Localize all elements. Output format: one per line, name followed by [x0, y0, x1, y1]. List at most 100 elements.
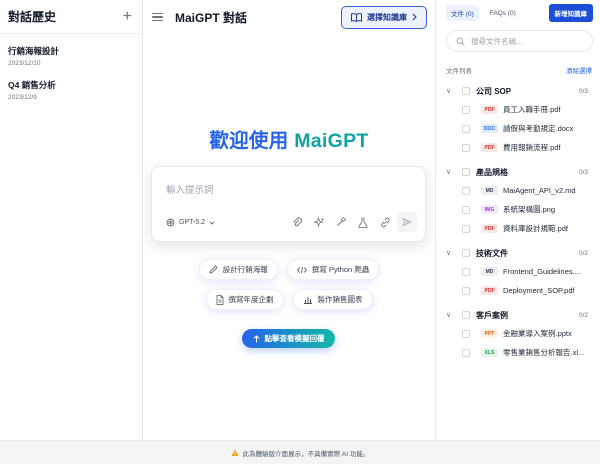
book-icon	[351, 12, 362, 22]
folder-count: 0/2	[578, 249, 588, 257]
file-type-badge: PDF	[481, 105, 498, 114]
folder-name: 公司 SOP	[476, 86, 512, 96]
conversation-item[interactable]: 行銷海報設計 2023/12/10	[0, 34, 142, 67]
prompt-input[interactable]: 輸入提示詞	[166, 182, 214, 196]
folder-list: ∨ 公司 SOP 0/3 PDF 員工入職手冊.pdf DOC 請假與考勤規定.docx PD…	[436, 82, 600, 362]
file-name: 系統架構圖.png	[503, 205, 556, 214]
sidebar-title: 對話歷史	[8, 10, 57, 24]
document-list-label: 文件列表	[446, 68, 472, 75]
hamburger-menu-icon[interactable]	[152, 12, 163, 22]
plus-icon[interactable]: +	[123, 8, 132, 25]
link-icon[interactable]	[374, 212, 396, 232]
file-item[interactable]: MD Frontend_Guidelines....	[436, 262, 600, 281]
file-name: 員工入職手冊.pdf	[503, 105, 561, 114]
page-title: MaiGPT 對話	[175, 10, 248, 25]
file-type-badge: XLS	[481, 348, 498, 357]
warning-icon	[231, 449, 239, 456]
folder-checkbox[interactable]	[462, 168, 470, 176]
conversation-title: Q4 銷售分析	[8, 80, 56, 90]
tab-faqs[interactable]: FAQs (0)	[485, 7, 521, 20]
file-item[interactable]: PDF Deployment_SOP.pdf	[436, 281, 600, 300]
file-item[interactable]: DOC 請假與考勤規定.docx	[436, 119, 600, 138]
welcome-prefix: 歡迎使用	[209, 130, 295, 152]
file-checkbox[interactable]	[462, 124, 470, 133]
document-search-input[interactable]	[471, 36, 591, 46]
suggestion-chips: 設計行銷海報 撰寫 Python 爬蟲 撰寫年度企劃 製作銷售圖表	[143, 259, 435, 319]
model-selector[interactable]: GPT-5.2	[166, 218, 215, 227]
suggestion-chip-python-crawler[interactable]: 撰寫 Python 爬蟲	[286, 259, 380, 280]
tab-documents[interactable]: 文件 (0)	[446, 5, 479, 21]
paperclip-icon[interactable]	[286, 212, 308, 232]
file-type-badge: DOC	[481, 124, 498, 133]
sparkle-icon[interactable]	[308, 212, 330, 232]
folder-checkbox[interactable]	[462, 87, 470, 95]
file-item[interactable]: PDF 員工入職手冊.pdf	[436, 100, 600, 119]
knowledge-panel: 文件 (0) FAQs (0) 新增知識庫 文件列表 清除選擇 ∨ 公司 SOP 0…	[435, 0, 600, 440]
select-knowledge-base-button[interactable]: 選擇知識庫	[341, 5, 427, 29]
file-checkbox[interactable]	[462, 267, 470, 276]
folder-count: 0/3	[578, 87, 588, 95]
file-checkbox[interactable]	[462, 186, 470, 195]
file-type-badge: PDF	[481, 143, 498, 152]
prompt-box[interactable]: 輸入提示詞 GPT-5.2	[151, 166, 426, 242]
file-checkbox[interactable]	[462, 105, 470, 114]
file-item[interactable]: IMG 系統架構圖.png	[436, 200, 600, 219]
knowledge-panel-header: 文件 (0) FAQs (0) 新增知識庫	[436, 0, 600, 26]
chevron-down-icon[interactable]: ∨	[446, 87, 456, 95]
folder-name: 技術文件	[476, 248, 508, 258]
conversation-item[interactable]: Q4 銷售分析 2023/12/9	[0, 67, 142, 101]
file-checkbox[interactable]	[462, 329, 470, 338]
chevron-right-icon	[412, 13, 417, 21]
file-name: 金融業導入案例.pptx	[503, 329, 572, 338]
file-item[interactable]: PPT 金融業導入案例.pptx	[436, 324, 600, 343]
chip-label: 撰寫 Python 爬蟲	[311, 265, 370, 274]
view-demo-reply-label: 點擊查看模擬回覆	[264, 334, 325, 343]
folder-name: 客戶案例	[476, 310, 508, 320]
conversation-date: 2023/12/10	[8, 60, 41, 67]
file-item[interactable]: XLS 零售業銷售分析報告.xl...	[436, 343, 600, 362]
clear-selection-link[interactable]: 清除選擇	[566, 65, 592, 75]
file-name: 費用報銷流程.pdf	[503, 143, 561, 152]
chevron-down-icon[interactable]: ∨	[446, 311, 456, 319]
conversation-title: 行銷海報設計	[8, 46, 60, 56]
wand-icon[interactable]	[330, 212, 352, 232]
file-type-badge: PDF	[481, 224, 498, 233]
file-item[interactable]: MD MaiAgent_API_v2.md	[436, 181, 600, 200]
suggestion-chip-sales-chart[interactable]: 製作銷售圖表	[292, 289, 373, 310]
folder-checkbox[interactable]	[462, 311, 470, 319]
folder-row[interactable]: ∨ 客戶案例 0/2	[436, 306, 600, 324]
chevron-down-icon[interactable]: ∨	[446, 249, 456, 257]
view-demo-reply-button[interactable]: 點擊查看模擬回覆	[242, 329, 335, 348]
file-checkbox[interactable]	[462, 286, 470, 295]
file-checkbox[interactable]	[462, 348, 470, 357]
folder-row[interactable]: ∨ 技術文件 0/2	[436, 244, 600, 262]
new-knowledge-base-button[interactable]: 新增知識庫	[548, 4, 593, 22]
demo-notice-footer: 此為體驗版介面展示，不具備實際 AI 功能。	[0, 440, 600, 464]
suggestion-chip-annual-plan[interactable]: 撰寫年度企劃	[205, 289, 284, 310]
openai-icon	[166, 218, 175, 227]
file-item[interactable]: PDF 費用報銷流程.pdf	[436, 138, 600, 157]
flask-icon[interactable]	[352, 212, 374, 232]
model-name: GPT-5.2	[179, 219, 206, 226]
chevron-down-icon[interactable]: ∨	[446, 168, 456, 176]
chip-label: 撰寫年度企劃	[228, 295, 274, 304]
chat-header: MaiGPT 對話 選擇知識庫	[143, 0, 435, 34]
search-icon	[456, 37, 465, 46]
file-checkbox[interactable]	[462, 143, 470, 152]
file-name: 資料庫設計規範.pdf	[503, 224, 569, 233]
conversation-sidebar: 對話歷史 + 行銷海報設計 2023/12/10 Q4 銷售分析 2023/12…	[0, 0, 143, 440]
suggestion-chip-marketing-poster[interactable]: 設計行銷海報	[198, 259, 278, 280]
file-checkbox[interactable]	[462, 224, 470, 233]
folder-checkbox[interactable]	[462, 249, 470, 257]
file-type-badge: PPT	[481, 329, 498, 338]
file-item[interactable]: PDF 資料庫設計規範.pdf	[436, 219, 600, 238]
folder-row[interactable]: ∨ 公司 SOP 0/3	[436, 82, 600, 100]
folder-count: 0/3	[578, 168, 588, 176]
chat-main: MaiGPT 對話 選擇知識庫 歡迎使用 MaiGPT 輸入提示詞 GPT-5.…	[143, 0, 435, 440]
folder-row[interactable]: ∨ 產品規格 0/3	[436, 163, 600, 181]
welcome-brand: MaiGPT	[294, 130, 369, 152]
file-checkbox[interactable]	[462, 205, 470, 214]
send-icon[interactable]	[397, 212, 417, 232]
demo-notice-text: 此為體驗版介面展示，不具備實際 AI 功能。	[242, 450, 370, 458]
file-type-badge: MD	[481, 186, 498, 195]
